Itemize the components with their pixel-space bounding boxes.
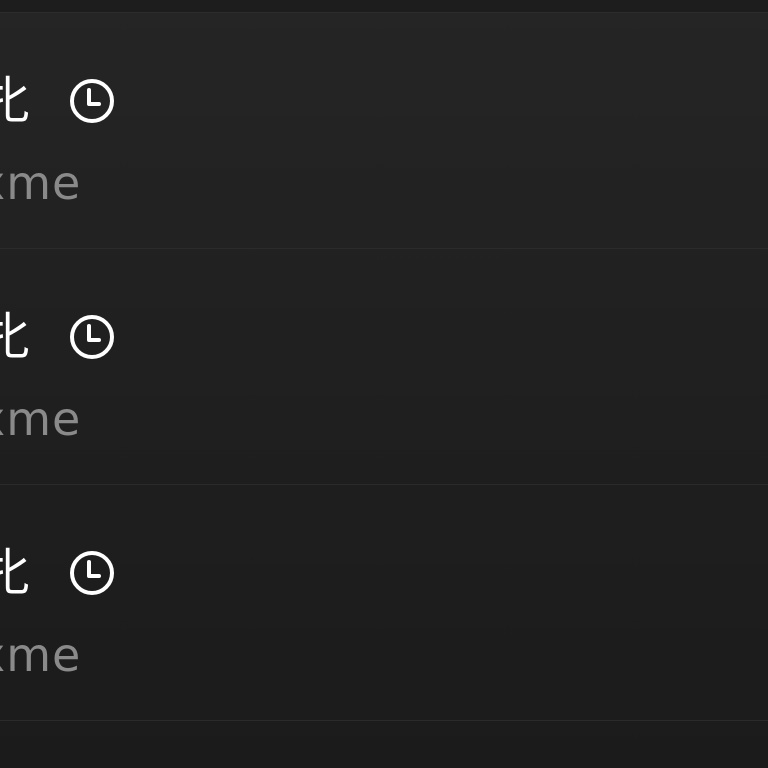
list-item[interactable]: 牝 xme bbox=[0, 485, 768, 721]
top-bar bbox=[0, 0, 768, 13]
list: 牝 xme 牝 xme 牝 bbox=[0, 13, 768, 721]
item-subtitle: xme bbox=[0, 392, 82, 446]
item-subtitle: xme bbox=[0, 628, 82, 682]
item-subtitle: xme bbox=[0, 156, 82, 210]
item-title: 牝 bbox=[0, 308, 32, 366]
clock-icon[interactable] bbox=[68, 549, 116, 597]
item-title-row: 牝 bbox=[0, 71, 116, 131]
item-title-row: 牝 bbox=[0, 543, 116, 603]
list-item[interactable]: 牝 xme bbox=[0, 249, 768, 485]
clock-icon[interactable] bbox=[68, 313, 116, 361]
screen: 牝 xme 牝 xme 牝 bbox=[0, 0, 768, 768]
item-title: 牝 bbox=[0, 72, 32, 130]
list-item[interactable]: 牝 xme bbox=[0, 13, 768, 249]
item-title: 牝 bbox=[0, 544, 32, 602]
clock-icon[interactable] bbox=[68, 77, 116, 125]
item-title-row: 牝 bbox=[0, 307, 116, 367]
